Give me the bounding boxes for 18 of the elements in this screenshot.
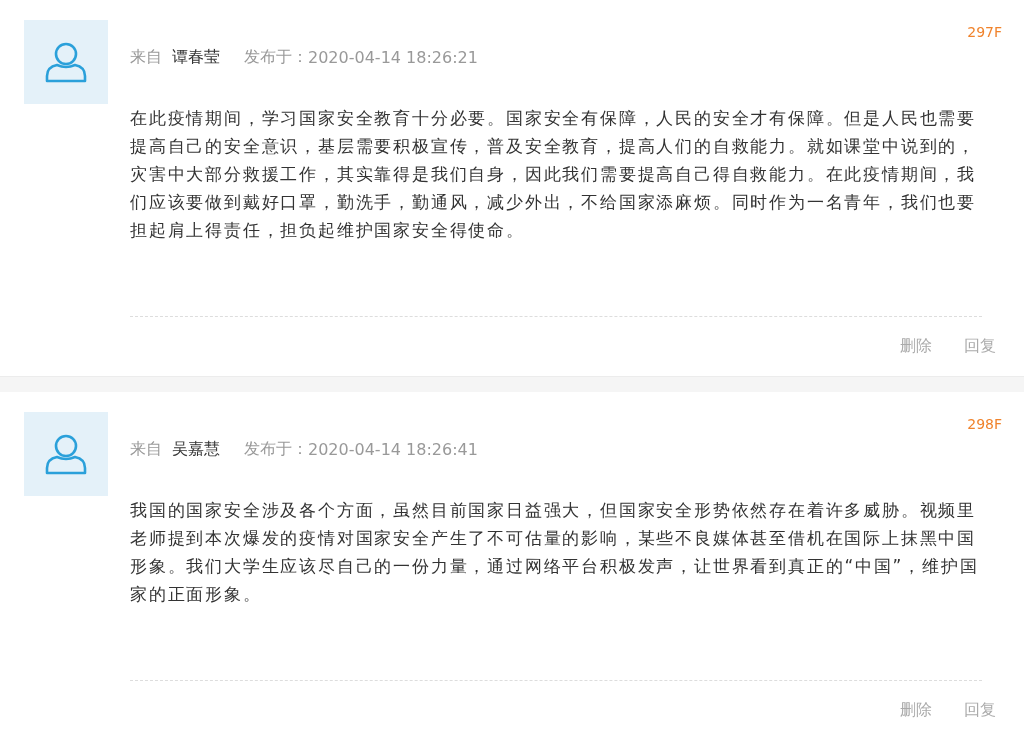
post-time: 2020-04-14 18:26:41 [308,440,478,459]
user-avatar-icon [24,412,108,496]
floor-number: 298F [967,416,1002,432]
author-name: 谭春莹 [172,47,220,68]
action-link[interactable]: 回复 [964,700,996,721]
from-label: 来自 [130,47,162,68]
action-link[interactable]: 回复 [964,336,996,357]
author-name: 吴嘉慧 [172,439,220,460]
from-label: 来自 [130,439,162,460]
action-link[interactable]: 删除 [900,700,932,721]
posted-label: 发布于： [244,439,308,460]
post-body: 在此疫情期间，学习国家安全教育十分必要。国家安全有保障，人民的安全才有保障。但是人民也需要提高自己的安全意识，基层需要积极宣传，普及安全教育，提高人们的自救能力。就如课堂中说到的，灾害中大部分救援工作，其实靠得是我们自身，因此我们需要提高自己得自救能力。在此疫情期间，我们应该要做到戴好口罩，勤洗手，勤通风，减少外出，不给国家添麻烦。同时作为一名青年，我们也要担起肩上得责任，担负起维护国家安全得使命。 [130,104,982,317]
action-link[interactable]: 删除 [900,336,932,357]
post-body: 我国的国家安全涉及各个方面，虽然目前国家日益强大，但国家安全形势依然存在着许多威胁。视频里老师提到本次爆发的疫情对国家安全产生了不可估量的影响，某些不良媒体甚至借机在国际上抹黑中国形象。我们大学生应该尽自己的一份力量，通过网络平台积极发声，让世界看到真正的“中国”，维护国家的正面形象。 [130,496,982,681]
post-time: 2020-04-14 18:26:21 [308,48,478,67]
user-avatar-icon [24,20,108,104]
posted-label: 发布于： [244,47,308,68]
floor-number: 297F [967,24,1002,40]
